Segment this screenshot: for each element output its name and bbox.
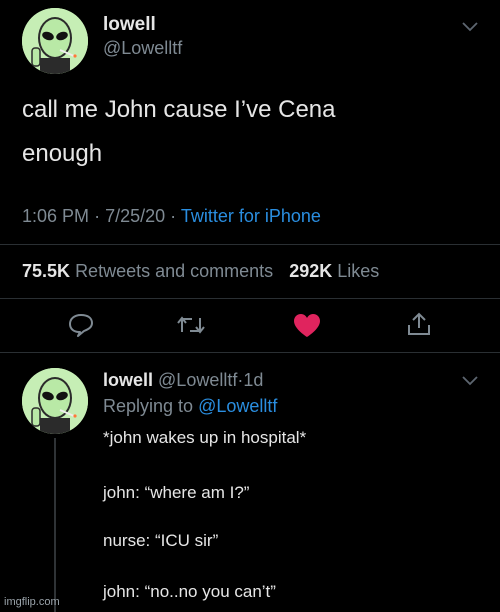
reply-user-handle[interactable]: @Lowelltf	[158, 370, 237, 390]
share-icon[interactable]	[406, 311, 432, 337]
user-handle[interactable]: @Lowelltf	[103, 38, 182, 59]
reply-text-line-3: nurse: “ICU sir”	[103, 531, 219, 550]
replying-to-handle-link[interactable]: @Lowelltf	[198, 396, 277, 416]
replying-to: Replying to @Lowelltf	[103, 396, 277, 417]
tweet-date: 7/25/20	[105, 206, 166, 226]
separator-dot: ·	[94, 206, 101, 226]
separator-dot: ·	[170, 206, 177, 226]
tweet-text-line-2: enough	[22, 140, 103, 167]
chevron-down-icon[interactable]	[462, 376, 478, 386]
tweet-timestamp: 1:06 PM · 7/25/20 · Twitter for iPhone	[22, 206, 321, 227]
avatar[interactable]	[22, 8, 88, 74]
tweet-source-link[interactable]: Twitter for iPhone	[181, 206, 321, 226]
reply-display-name[interactable]: lowell	[103, 370, 153, 390]
retweets-count[interactable]: 75.5K	[22, 261, 70, 281]
watermark: imgflip.com	[4, 596, 60, 608]
tweet-text-line-1: call me John cause I’ve Cena	[22, 96, 336, 123]
reply-avatar[interactable]	[22, 368, 88, 434]
thread-connector-line	[54, 438, 56, 612]
retweets-label[interactable]: Retweets and comments	[75, 261, 273, 281]
comment-bubble-icon[interactable]	[68, 313, 94, 337]
engagement-stats: 75.5K Retweets and comments 292K Likes	[22, 261, 379, 282]
reply-text-line-2: john: “where am I?”	[103, 483, 250, 502]
divider	[0, 352, 500, 353]
tweet-time: 1:06 PM	[22, 206, 90, 226]
reply-text-line-4: john: “no..no you can’t”	[103, 582, 276, 601]
reply-text-line-1: *john wakes up in hospital*	[103, 428, 307, 447]
reply-header: lowell @Lowelltf·1d	[103, 370, 263, 391]
divider	[0, 298, 500, 299]
likes-count[interactable]: 292K	[289, 261, 332, 281]
retweet-icon[interactable]	[176, 314, 206, 336]
likes-label[interactable]: Likes	[337, 261, 379, 281]
divider	[0, 244, 500, 245]
chevron-down-icon[interactable]	[462, 22, 478, 32]
display-name[interactable]: lowell	[103, 14, 156, 36]
replying-to-label: Replying to	[103, 396, 194, 416]
heart-icon[interactable]	[293, 313, 321, 338]
reply-age[interactable]: 1d	[243, 370, 263, 390]
